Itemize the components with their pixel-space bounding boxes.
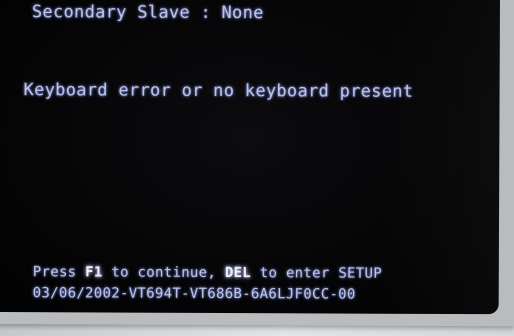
keyboard-error-message: Keyboard error or no keyboard present bbox=[23, 80, 414, 102]
monitor-bezel: Secondary Slave : None Keyboard error or… bbox=[0, 0, 514, 327]
prompt-setup-text: to enter SETUP bbox=[259, 265, 383, 282]
bios-version-string: 03/06/2002-VT694T-VT686B-6A6LJF0CC-00 bbox=[32, 285, 356, 303]
del-key-label[interactable]: DEL bbox=[225, 265, 251, 281]
secondary-slave-line: Secondary Slave : None bbox=[31, 2, 264, 24]
monitor-photo: Secondary Slave : None Keyboard error or… bbox=[0, 0, 514, 336]
prompt-press-text: Press bbox=[32, 264, 77, 281]
screen-glare bbox=[378, 0, 500, 315]
prompt-continue-text: to continue, bbox=[111, 264, 217, 281]
setup-prompt-line: Press F1 to continue, DEL to enter SETUP bbox=[33, 264, 382, 282]
f1-key-label[interactable]: F1 bbox=[85, 264, 103, 280]
bios-screen: Secondary Slave : None Keyboard error or… bbox=[0, 0, 500, 315]
